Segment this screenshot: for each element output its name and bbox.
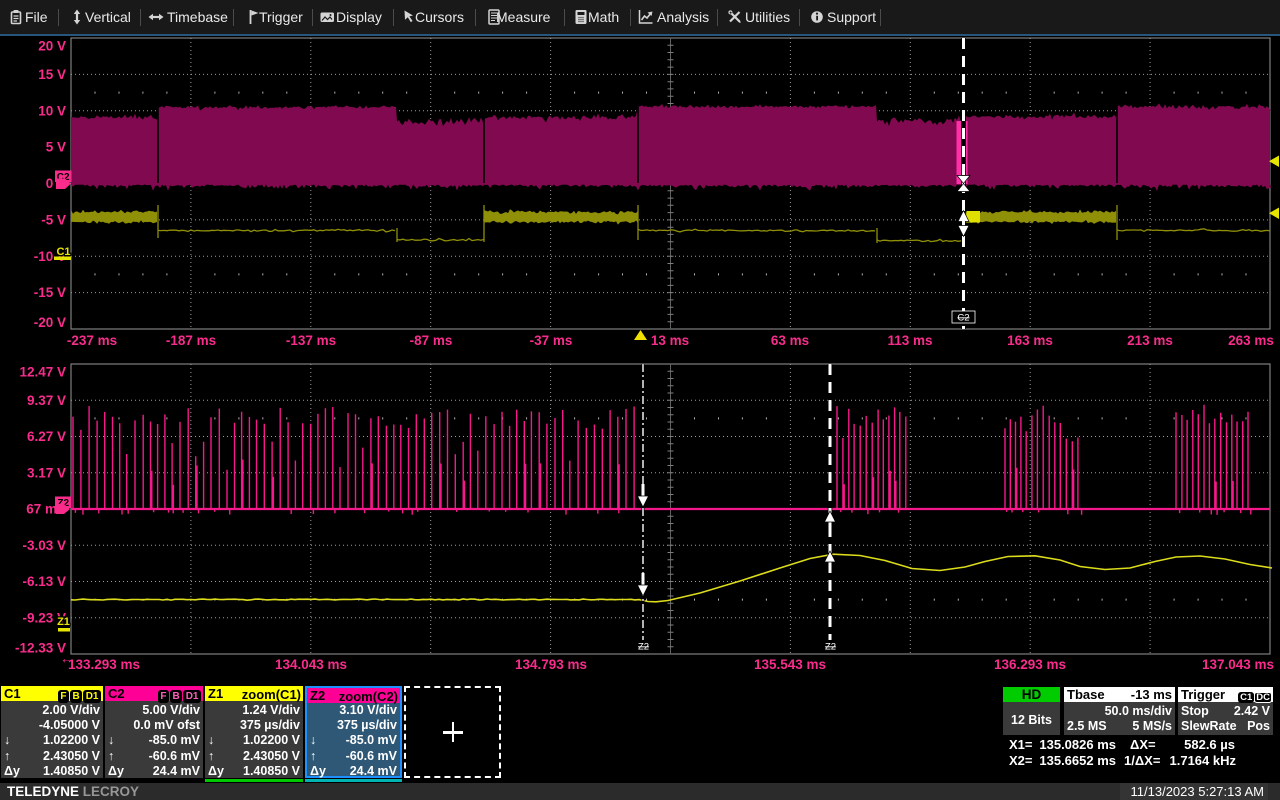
svg-text:-187 ms: -187 ms [166,333,216,348]
svg-text:134.043 ms: 134.043 ms [275,657,347,672]
svg-text:-137 ms: -137 ms [286,333,336,348]
svg-text:-20 V: -20 V [34,315,66,330]
svg-text:6.27 V: 6.27 V [27,429,66,444]
svg-text:-87 ms: -87 ms [410,333,453,348]
svg-text:←: ← [60,651,74,666]
svg-text:-12.33 V: -12.33 V [15,641,66,656]
svg-text:Z2: Z2 [638,642,649,653]
svg-text:134.793 ms: 134.793 ms [515,657,587,672]
svg-text:113 ms: 113 ms [887,333,932,348]
svg-text:20 V: 20 V [38,39,66,54]
svg-text:13 ms: 13 ms [651,333,689,348]
svg-text:C2: C2 [957,313,969,324]
svg-text:135.543 ms: 135.543 ms [754,657,826,672]
svg-text:10 V: 10 V [38,103,66,118]
svg-text:136.293 ms: 136.293 ms [994,657,1066,672]
svg-text:3.17 V: 3.17 V [27,465,66,480]
svg-text:-37 ms: -37 ms [530,333,573,348]
svg-text:-15 V: -15 V [34,285,66,300]
svg-text:163 ms: 163 ms [1007,333,1053,348]
svg-text:12.47 V: 12.47 V [19,365,66,380]
svg-text:-5 V: -5 V [41,212,66,227]
svg-text:Z2: Z2 [825,642,836,653]
svg-text:-3.03 V: -3.03 V [22,538,66,553]
svg-text:C1: C1 [56,246,70,258]
svg-text:Z1: Z1 [57,616,70,628]
svg-text:15 V: 15 V [38,67,66,82]
svg-text:133.293 ms: 133.293 ms [68,657,140,672]
svg-text:213 ms: 213 ms [1127,333,1173,348]
svg-text:-237 ms: -237 ms [67,333,117,348]
svg-text:9.37 V: 9.37 V [27,393,66,408]
svg-text:5 V: 5 V [46,140,66,155]
svg-text:-6.13 V: -6.13 V [22,574,66,589]
svg-text:63 ms: 63 ms [771,333,809,348]
svg-text:263 ms: 263 ms [1228,333,1274,348]
svg-text:137.043 ms: 137.043 ms [1202,657,1274,672]
